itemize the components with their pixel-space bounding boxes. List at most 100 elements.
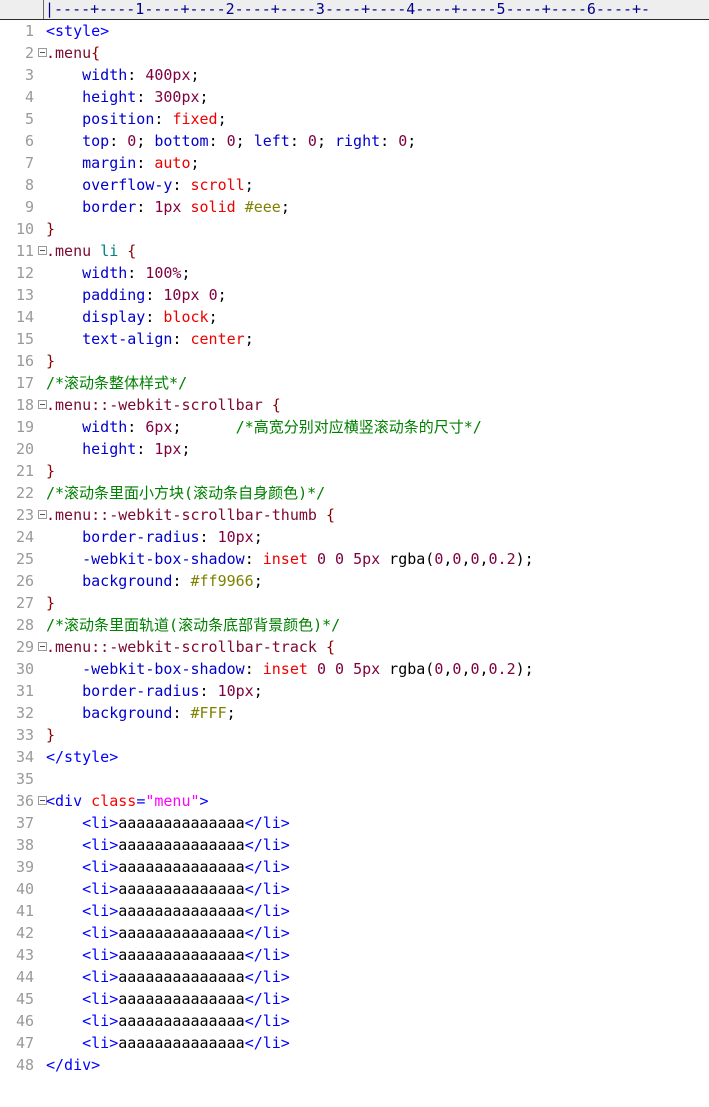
token: rgba( bbox=[380, 660, 435, 678]
code-line[interactable]: 46 <li>aaaaaaaaaaaaaa</li> bbox=[0, 1010, 709, 1032]
code-line[interactable]: 43 <li>aaaaaaaaaaaaaa</li> bbox=[0, 944, 709, 966]
token: 0 bbox=[307, 132, 317, 150]
code-line[interactable]: 16} bbox=[0, 350, 709, 372]
code-line-content: width: 6px; /*高宽分别对应横竖滚动条的尺寸*/ bbox=[46, 416, 482, 438]
token: : bbox=[127, 264, 146, 282]
code-line[interactable]: 3 width: 400px; bbox=[0, 64, 709, 86]
code-line-content: /*滚动条里面小方块(滚动条自身颜色)*/ bbox=[46, 482, 325, 504]
code-line[interactable]: 1 <style> bbox=[0, 20, 709, 42]
code-line-content: <li>aaaaaaaaaaaaaa</li> bbox=[46, 834, 290, 856]
code-line[interactable]: 34 </style> bbox=[0, 746, 709, 768]
code-line[interactable]: 23 .menu::-webkit-scrollbar-thumb { bbox=[0, 504, 709, 526]
code-line[interactable]: 2 .menu{ bbox=[0, 42, 709, 64]
code-line[interactable]: 25 -webkit-box-shadow: inset 0 0 5px rgb… bbox=[0, 548, 709, 570]
token: /*滚动条里面小方块(滚动条自身颜色)*/ bbox=[46, 484, 326, 502]
code-line-content: overflow-y: scroll; bbox=[46, 174, 254, 196]
code-line[interactable]: 33} bbox=[0, 724, 709, 746]
code-line[interactable]: 13 padding: 10px 0; bbox=[0, 284, 709, 306]
code-line[interactable]: 32 background: #FFF; bbox=[0, 702, 709, 724]
code-line[interactable]: 30 -webkit-box-shadow: inset 0 0 5px rgb… bbox=[0, 658, 709, 680]
line-number: 12 bbox=[15, 264, 34, 282]
code-line[interactable]: 42 <li>aaaaaaaaaaaaaa</li> bbox=[0, 922, 709, 944]
code-line[interactable]: 22 /*滚动条里面小方块(滚动条自身颜色)*/ bbox=[0, 482, 709, 504]
code-line[interactable]: 26 background: #ff9966; bbox=[0, 570, 709, 592]
code-line[interactable]: 39 <li>aaaaaaaaaaaaaa</li> bbox=[0, 856, 709, 878]
code-line[interactable]: 48 </div> bbox=[0, 1054, 709, 1076]
code-line[interactable]: 24 border-radius: 10px; bbox=[0, 526, 709, 548]
token: <li> bbox=[82, 814, 119, 832]
line-number: 19 bbox=[15, 418, 34, 436]
code-line[interactable]: 4 height: 300px; bbox=[0, 86, 709, 108]
code-lines-container[interactable]: 1 <style> 2 .menu{3 width: 400px; 4 height: … bbox=[0, 20, 709, 1076]
code-line[interactable]: 35 bbox=[0, 768, 709, 790]
code-line[interactable]: 19 width: 6px; /*高宽分别对应横竖滚动条的尺寸*/ bbox=[0, 416, 709, 438]
code-line[interactable]: 5 position: fixed; bbox=[0, 108, 709, 130]
code-line[interactable]: 7 margin: auto; bbox=[0, 152, 709, 174]
code-line[interactable]: 9 border: 1px solid #eee; bbox=[0, 196, 709, 218]
code-line[interactable]: 6 top: 0; bottom: 0; left: 0; right: 0; bbox=[0, 130, 709, 152]
code-line[interactable]: 17 /*滚动条整体样式*/ bbox=[0, 372, 709, 394]
code-line[interactable]: 31 border-radius: 10px; bbox=[0, 680, 709, 702]
code-line-content: </div> bbox=[46, 1054, 100, 1076]
token: .menu bbox=[46, 44, 92, 62]
code-line[interactable]: 36 <div class="menu"> bbox=[0, 790, 709, 812]
code-line[interactable]: 21} bbox=[0, 460, 709, 482]
code-line[interactable]: 10} bbox=[0, 218, 709, 240]
token: 100% bbox=[145, 264, 182, 282]
code-line[interactable]: 47 <li>aaaaaaaaaaaaaa</li> bbox=[0, 1032, 709, 1054]
line-number: 42 bbox=[15, 924, 34, 942]
token: 0 bbox=[226, 132, 236, 150]
code-line[interactable]: 45 <li>aaaaaaaaaaaaaa</li> bbox=[0, 988, 709, 1010]
token: ; bbox=[136, 132, 155, 150]
code-line[interactable]: 18 .menu::-webkit-scrollbar { bbox=[0, 394, 709, 416]
line-number: 4 bbox=[24, 88, 34, 106]
code-line-content: -webkit-box-shadow: inset 0 0 5px rgba(0… bbox=[46, 658, 534, 680]
token: } bbox=[46, 352, 56, 370]
code-line[interactable]: 12 width: 100%; bbox=[0, 262, 709, 284]
code-line-content: <li>aaaaaaaaaaaaaa</li> bbox=[46, 900, 290, 922]
token: ; bbox=[244, 330, 254, 348]
line-number: 37 bbox=[15, 814, 34, 832]
token: <li> bbox=[82, 990, 119, 1008]
token: ; bbox=[226, 704, 236, 722]
token: width bbox=[82, 418, 128, 436]
token: : bbox=[208, 132, 227, 150]
code-line[interactable]: 40 <li>aaaaaaaaaaaaaa</li> bbox=[0, 878, 709, 900]
code-line[interactable]: 38 <li>aaaaaaaaaaaaaa</li> bbox=[0, 834, 709, 856]
code-line[interactable]: 11 .menu li { bbox=[0, 240, 709, 262]
line-number: 46 bbox=[15, 1012, 34, 1030]
token: , bbox=[479, 550, 489, 568]
token: : bbox=[145, 308, 164, 326]
code-line[interactable]: 37 <li>aaaaaaaaaaaaaa</li> bbox=[0, 812, 709, 834]
token: background bbox=[82, 572, 173, 590]
code-line-content: .menu::-webkit-scrollbar { bbox=[46, 394, 281, 416]
code-line[interactable]: 44 <li>aaaaaaaaaaaaaa</li> bbox=[0, 966, 709, 988]
code-line[interactable]: 8 overflow-y: scroll; bbox=[0, 174, 709, 196]
code-editor[interactable]: |----+----1----+----2----+----3----+----… bbox=[0, 0, 709, 1107]
line-number: 36 bbox=[15, 792, 34, 810]
token: display bbox=[82, 308, 146, 326]
code-line[interactable]: 15 text-align: center; bbox=[0, 328, 709, 350]
token: <li> bbox=[82, 902, 119, 920]
code-line[interactable]: 14 display: block; bbox=[0, 306, 709, 328]
code-line[interactable]: 28 /*滚动条里面轨道(滚动条底部背景颜色)*/ bbox=[0, 614, 709, 636]
code-line-content: width: 400px; bbox=[46, 64, 199, 86]
token: ; bbox=[316, 132, 335, 150]
code-line[interactable]: 27} bbox=[0, 592, 709, 614]
token: top bbox=[82, 132, 110, 150]
token: <li> bbox=[82, 946, 119, 964]
code-line[interactable]: 41 <li>aaaaaaaaaaaaaa</li> bbox=[0, 900, 709, 922]
code-line[interactable]: 20 height: 1px; bbox=[0, 438, 709, 460]
line-number: 39 bbox=[15, 858, 34, 876]
code-line[interactable]: 29 .menu::-webkit-scrollbar-track { bbox=[0, 636, 709, 658]
token: </li> bbox=[244, 946, 290, 964]
